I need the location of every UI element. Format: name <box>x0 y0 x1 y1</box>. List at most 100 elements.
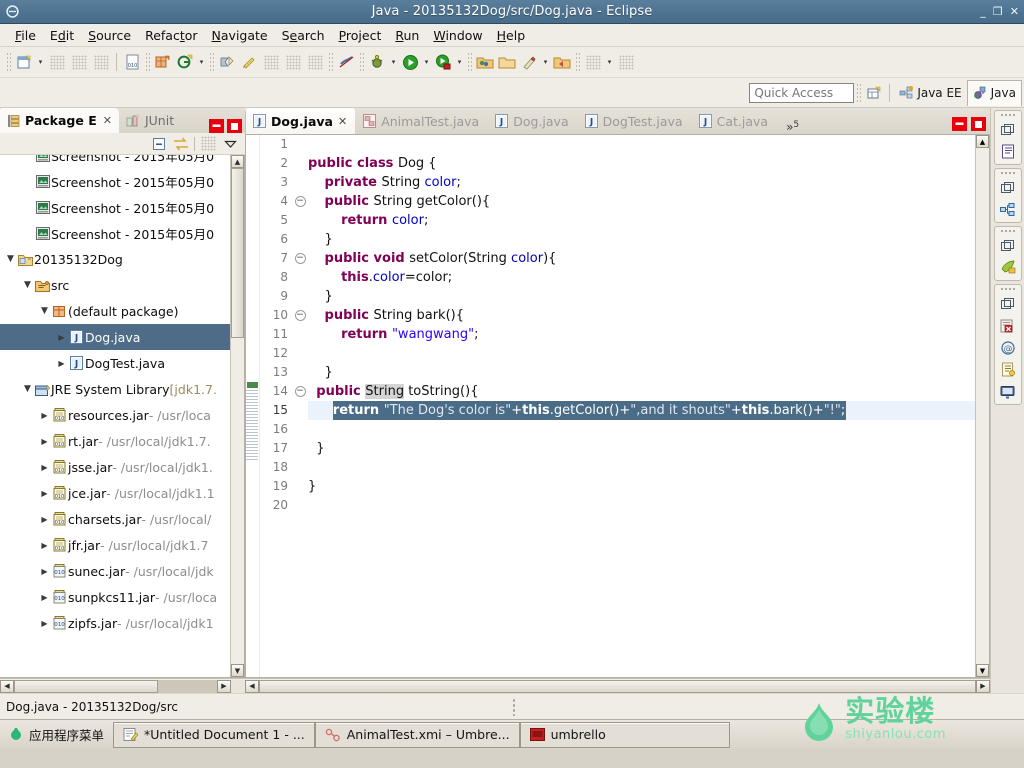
editor-scroll-down-button[interactable]: ▼ <box>976 664 989 677</box>
code-line[interactable]: } <box>308 477 989 496</box>
next-annotation-button[interactable] <box>615 50 637 74</box>
umbrello-new-button[interactable] <box>518 50 540 74</box>
restore-window-button[interactable]: ❐ <box>993 6 1003 17</box>
maximize-view-button[interactable] <box>227 119 242 133</box>
new-wizard-dropdown[interactable]: ▾ <box>35 50 46 74</box>
tree-row-selected[interactable]: ▶ J Dog.java <box>0 324 244 350</box>
menu-navigate[interactable]: Navigate <box>205 26 275 45</box>
toolbar-grip-3[interactable] <box>209 52 214 72</box>
code-line[interactable]: public String toString(){ <box>308 382 989 401</box>
tree-row[interactable]: ▼ src <box>0 272 244 298</box>
tab-package-explorer[interactable]: Package E ✕ <box>0 108 119 133</box>
tree-horizontal-scrollbar[interactable]: ◀ ▶ <box>0 678 245 693</box>
tree-row[interactable]: ▼ JRE System Library [jdk1.7. <box>0 376 244 402</box>
tree-row[interactable]: ▶ J DogTest.java <box>0 350 244 376</box>
taskbar-item-animaltest[interactable]: AnimalTest.xmi – Umbre... <box>314 721 520 748</box>
quick-access-grip[interactable] <box>856 82 862 103</box>
run-button[interactable] <box>399 50 421 74</box>
tree-row[interactable]: Screenshot - 2015年05月0 <box>0 168 244 194</box>
scroll-left-button[interactable]: ◀ <box>0 679 14 693</box>
task-list-icon[interactable] <box>998 258 1018 277</box>
code-line[interactable]: public String getColor(){ <box>308 192 989 211</box>
chevron-right-icon[interactable]: ▶ <box>38 437 51 446</box>
editor-tab-dogtest-java[interactable]: J DogTest.java <box>577 108 691 134</box>
chevron-right-icon[interactable]: ▶ <box>38 593 51 602</box>
status-bar-grip[interactable] <box>512 698 517 716</box>
hscroll-thumb[interactable] <box>14 679 158 693</box>
code-line[interactable]: return "wangwang"; <box>308 325 989 344</box>
close-icon[interactable]: ✕ <box>338 115 347 128</box>
chevron-right-icon[interactable]: ▶ <box>38 567 51 576</box>
chevron-right-icon[interactable]: ▶ <box>55 359 68 368</box>
run-external-tools-button[interactable] <box>432 50 454 74</box>
hscroll-track[interactable] <box>158 679 217 693</box>
search-button[interactable] <box>260 50 282 74</box>
group-grip-2[interactable] <box>999 171 1016 175</box>
code-line-selected[interactable]: return "The Dog's color is"+this.getColo… <box>308 401 989 420</box>
maximize-editor-button[interactable] <box>971 117 986 131</box>
tree-row[interactable]: ▶ 010 rt.jar - /usr/local/jdk1.7. <box>0 428 244 454</box>
code-line[interactable]: } <box>308 230 989 249</box>
problems-view-icon[interactable] <box>998 316 1018 335</box>
menu-search[interactable]: Search <box>275 26 332 45</box>
tree-row[interactable]: ▶ 010 jsse.jar - /usr/local/jdk1. <box>0 454 244 480</box>
toggle-binary-button[interactable]: 010 <box>121 50 143 74</box>
save-all-button[interactable] <box>68 50 90 74</box>
chevron-right-icon[interactable]: ▶ <box>38 411 51 420</box>
open-folder-button[interactable] <box>496 50 518 74</box>
tree-row[interactable]: ▼ (default package) <box>0 298 244 324</box>
open-type-button[interactable] <box>216 50 238 74</box>
close-window-button[interactable]: ✕ <box>1010 6 1019 17</box>
previous-annotation-dropdown[interactable]: ▾ <box>604 50 615 74</box>
debug-dropdown[interactable]: ▾ <box>388 50 399 74</box>
tree-row[interactable]: ▼ 20135132Dog <box>0 246 244 272</box>
code-line[interactable]: public void setColor(String color){ <box>308 249 989 268</box>
editor-tab-overflow[interactable]: » 5 <box>776 119 805 134</box>
code-line[interactable] <box>308 135 989 154</box>
open-recent-button[interactable] <box>551 50 573 74</box>
editor-horizontal-scrollbar[interactable]: ◀ ▶ <box>245 678 990 693</box>
toolbar-grip-7[interactable] <box>575 52 580 72</box>
mark-occurrences-button[interactable] <box>282 50 304 74</box>
editor-tab-dog-java[interactable]: J Dog.java ✕ <box>245 108 356 134</box>
chevron-right-icon[interactable]: ▶ <box>55 333 68 342</box>
new-java-class-button[interactable] <box>174 50 196 74</box>
type-hierarchy-icon[interactable] <box>998 200 1018 219</box>
quick-fix-button[interactable] <box>238 50 260 74</box>
code-line[interactable] <box>308 344 989 363</box>
collapse-all-button[interactable] <box>150 135 168 153</box>
minimize-editor-button[interactable] <box>952 117 967 131</box>
focus-on-active-task-button[interactable] <box>199 135 217 153</box>
tree-row[interactable]: ▶ 010 jce.jar - /usr/local/jdk1.1 <box>0 480 244 506</box>
code-line[interactable]: return color; <box>308 211 989 230</box>
print-button[interactable] <box>90 50 112 74</box>
chevron-right-icon[interactable]: ▶ <box>38 463 51 472</box>
console-view-icon[interactable] <box>998 382 1018 401</box>
new-folder-button[interactable] <box>474 50 496 74</box>
scroll-right-button[interactable]: ▶ <box>217 679 231 693</box>
editor-text[interactable]: public class Dog { private String color;… <box>308 135 989 677</box>
menu-project[interactable]: Project <box>332 26 389 45</box>
chevron-down-icon[interactable]: ▼ <box>21 280 34 290</box>
fold-collapse-icon[interactable]: − <box>294 249 306 268</box>
quick-access-input[interactable] <box>749 82 855 103</box>
editor-folding-ruler[interactable]: − − − − <box>294 135 306 677</box>
editor-vertical-scrollbar[interactable]: ▲ ▼ <box>975 135 989 677</box>
chevron-right-icon[interactable]: ▶ <box>38 619 51 628</box>
menu-help[interactable]: Help <box>490 26 533 45</box>
fold-collapse-icon[interactable]: − <box>294 306 306 325</box>
editor-scroll-up-button[interactable]: ▲ <box>976 135 989 148</box>
menu-source[interactable]: Source <box>81 26 138 45</box>
fold-collapse-icon[interactable]: − <box>294 382 306 401</box>
javadoc-view-icon[interactable]: @ <box>998 338 1018 357</box>
chevron-down-icon[interactable]: ▼ <box>21 384 34 394</box>
group-grip-3[interactable] <box>999 229 1016 233</box>
toolbar-grip-6[interactable] <box>467 52 472 72</box>
declaration-view-icon[interactable] <box>998 360 1018 379</box>
minimize-window-button[interactable]: _ <box>980 6 986 17</box>
outline-view-icon[interactable] <box>998 142 1018 161</box>
menu-run[interactable]: Run <box>388 26 426 45</box>
editor-annotation-ruler[interactable] <box>246 135 260 677</box>
menu-file[interactable]: File <box>8 26 43 45</box>
new-java-class-dropdown[interactable]: ▾ <box>196 50 207 74</box>
